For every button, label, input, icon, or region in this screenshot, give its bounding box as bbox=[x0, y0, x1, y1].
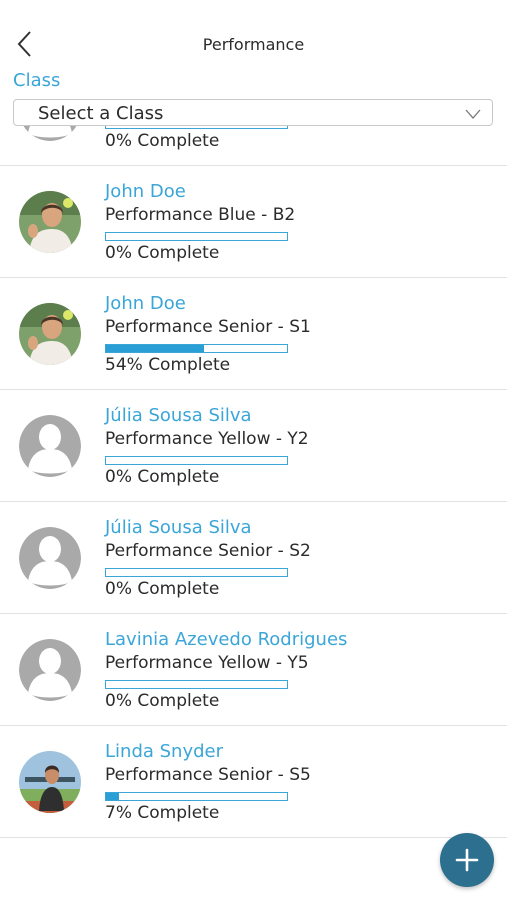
course-name: Performance Blue - B2 bbox=[105, 205, 296, 225]
student-list[interactable]: Performance Green - G10% CompleteJohn Do… bbox=[0, 99, 507, 900]
progress-bar bbox=[105, 568, 288, 577]
list-item[interactable]: John Doe Performance Senior - S1 54% Compl… bbox=[0, 278, 507, 390]
progress-label: 54% Complete bbox=[105, 355, 231, 375]
progress-label: 0% Complete bbox=[105, 691, 220, 711]
list-item[interactable]: Lavinia Azevedo Rodrigues Performance Yel… bbox=[0, 614, 507, 726]
student-name: John Doe bbox=[105, 181, 186, 202]
list-item[interactable]: Júlia Sousa Silva Performance Yellow - Y2… bbox=[0, 390, 507, 502]
progress-label: 0% Complete bbox=[105, 467, 220, 487]
progress-label: 0% Complete bbox=[105, 579, 220, 599]
progress-bar-fill bbox=[106, 345, 204, 352]
class-select[interactable]: Select a Class bbox=[13, 99, 493, 126]
list-item[interactable]: Júlia Sousa Silva Performance Senior - S2… bbox=[0, 502, 507, 614]
student-name: John Doe bbox=[105, 293, 186, 314]
student-name: Júlia Sousa Silva bbox=[105, 517, 252, 538]
course-name: Performance Senior - S1 bbox=[105, 317, 311, 337]
progress-bar bbox=[105, 344, 288, 353]
student-name: Linda Snyder bbox=[105, 741, 224, 762]
avatar bbox=[19, 191, 81, 253]
course-name: Performance Yellow - Y2 bbox=[105, 429, 309, 449]
progress-bar-fill bbox=[106, 793, 119, 800]
avatar bbox=[19, 639, 81, 701]
page-title: Performance bbox=[202, 35, 305, 54]
avatar bbox=[19, 303, 81, 365]
avatar bbox=[19, 527, 81, 589]
student-list-inner: Performance Green - G10% CompleteJohn Do… bbox=[0, 99, 507, 838]
list-item[interactable]: Linda Snyder Performance Senior - S5 7% Co… bbox=[0, 726, 507, 838]
list-item[interactable]: John Doe Performance Blue - B2 0% Complete bbox=[0, 166, 507, 278]
class-label: Class bbox=[13, 70, 61, 91]
chevron-down-icon bbox=[464, 106, 482, 120]
progress-label: 0% Complete bbox=[105, 131, 220, 151]
progress-bar bbox=[105, 792, 288, 801]
class-select-value: Select a Class bbox=[38, 103, 164, 124]
plus-icon bbox=[455, 848, 479, 872]
progress-label: 7% Complete bbox=[105, 803, 220, 823]
progress-bar bbox=[105, 680, 288, 689]
course-name: Performance Yellow - Y5 bbox=[105, 653, 309, 673]
progress-label: 0% Complete bbox=[105, 243, 220, 263]
student-name: Júlia Sousa Silva bbox=[105, 405, 252, 426]
course-name: Performance Senior - S5 bbox=[105, 765, 311, 785]
avatar bbox=[19, 415, 81, 477]
student-name: Lavinia Azevedo Rodrigues bbox=[105, 629, 348, 650]
progress-bar bbox=[105, 232, 288, 241]
header: Performance bbox=[0, 0, 507, 66]
add-button[interactable] bbox=[440, 833, 494, 887]
avatar bbox=[19, 751, 81, 813]
course-name: Performance Senior - S2 bbox=[105, 541, 311, 561]
progress-bar bbox=[105, 456, 288, 465]
